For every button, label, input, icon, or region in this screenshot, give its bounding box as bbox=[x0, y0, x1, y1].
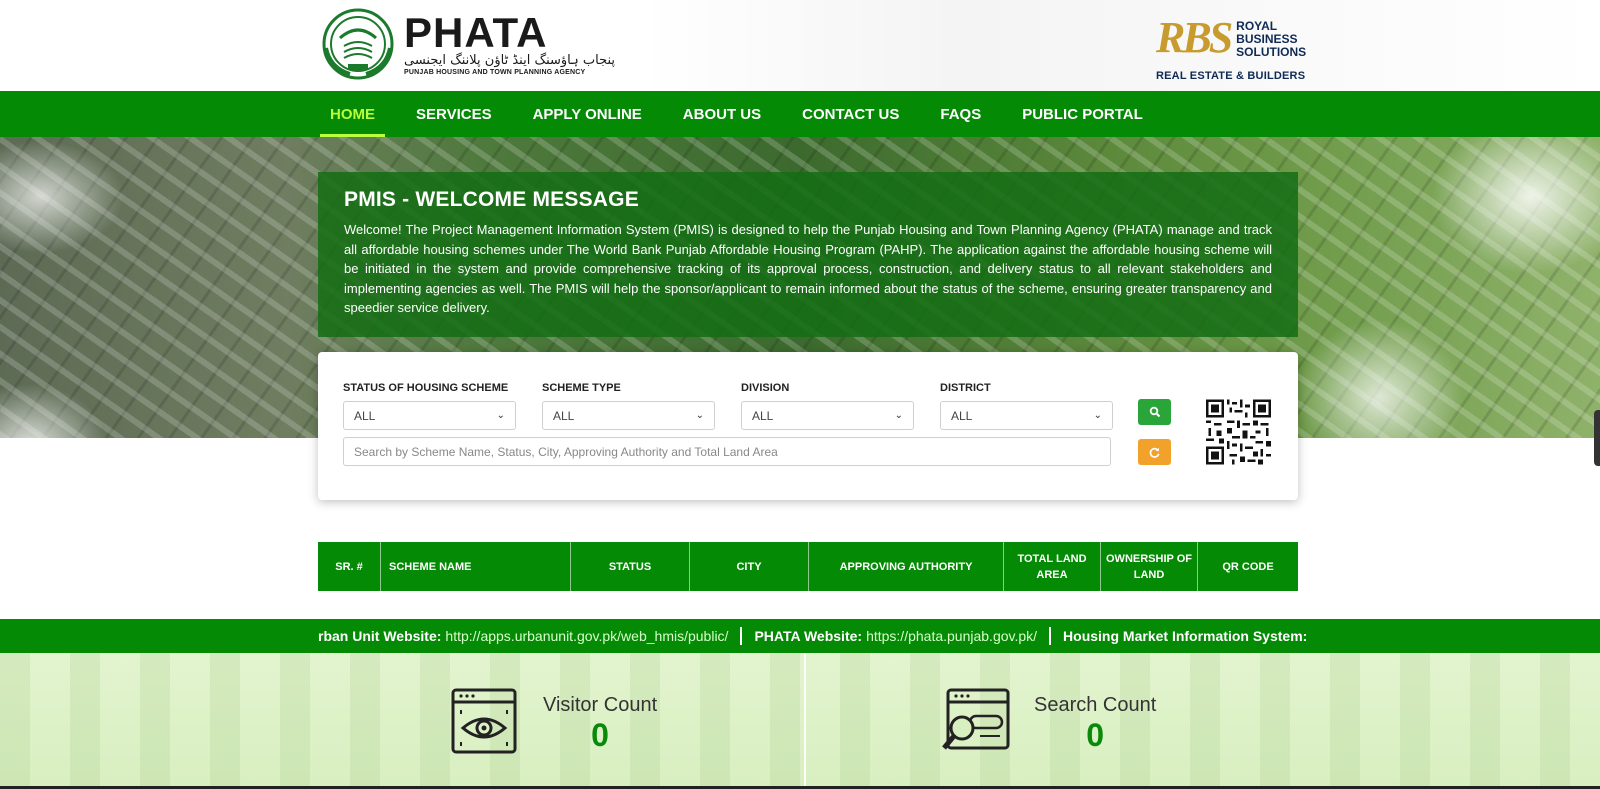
nav-about-us[interactable]: ABOUT US bbox=[673, 91, 771, 137]
phata-title: PHATA bbox=[404, 8, 548, 56]
search-button[interactable] bbox=[1138, 399, 1171, 425]
nav-public-portal[interactable]: PUBLIC PORTAL bbox=[1012, 91, 1153, 137]
site-header: PHATA پنجاب ہاؤسنگ اینڈ ٹاؤن پلاننگ ایجن… bbox=[0, 0, 1600, 91]
filter-division-value: ALL bbox=[752, 408, 774, 423]
search-count-label: Search Count bbox=[1034, 694, 1157, 716]
search-icon bbox=[1149, 406, 1160, 418]
search-count-card: Search Count 0 bbox=[940, 686, 1156, 756]
refresh-icon bbox=[1149, 447, 1160, 458]
column-scheme-name: SCHEME NAME bbox=[381, 542, 571, 591]
filter-scheme-type-label: SCHEME TYPE bbox=[542, 382, 621, 394]
chevron-down-icon: ⌄ bbox=[695, 410, 704, 421]
side-feedback-tab[interactable] bbox=[1594, 410, 1600, 466]
punjab-seal-icon bbox=[322, 8, 394, 80]
ticker-link-urban-unit[interactable]: http://apps.urbanunit.gov.pk/web_hmis/pu… bbox=[445, 628, 728, 644]
search-input[interactable]: Search by Scheme Name, Status, City, App… bbox=[343, 437, 1111, 466]
rbs-line-3: SOLUTIONS bbox=[1236, 45, 1307, 59]
rbs-mark: RBS bbox=[1156, 13, 1233, 62]
filter-scheme-type-select[interactable]: ALL ⌄ bbox=[542, 401, 715, 430]
welcome-panel: PMIS - WELCOME MESSAGE Welcome! The Proj… bbox=[318, 172, 1298, 337]
stats-divider bbox=[804, 653, 806, 789]
column-approving-authority: APPROVING AUTHORITY bbox=[809, 542, 1004, 591]
ticker-label-urban-unit: rban Unit Website: bbox=[318, 628, 442, 644]
main-nav: HOME SERVICES APPLY ONLINE ABOUT US CONT… bbox=[0, 91, 1600, 137]
visitor-count-label: Visitor Count bbox=[543, 694, 658, 716]
ticker-label-hmis: Housing Market Information System: bbox=[1063, 628, 1308, 644]
phata-logo[interactable]: PHATA پنجاب ہاؤسنگ اینڈ ٹاؤن پلاننگ ایجن… bbox=[320, 8, 615, 80]
ticker-label-phata: PHATA Website: bbox=[754, 628, 863, 644]
filter-division-label: DIVISION bbox=[741, 382, 790, 394]
visitor-eye-icon bbox=[451, 688, 517, 754]
filter-district: DISTRICT ALL ⌄ bbox=[940, 382, 1113, 430]
visitor-count-value: 0 bbox=[591, 717, 609, 753]
ticker-link-phata[interactable]: https://phata.punjab.gov.pk/ bbox=[866, 628, 1037, 644]
nav-home[interactable]: HOME bbox=[320, 91, 385, 137]
welcome-message: Welcome! The Project Management Informat… bbox=[344, 222, 1272, 316]
rbs-logo[interactable]: RBS ROYAL BUSINESS SOLUTIONS bbox=[1156, 14, 1306, 62]
nav-apply-online[interactable]: APPLY ONLINE bbox=[523, 91, 652, 137]
search-panel: STATUS OF HOUSING SCHEME ALL ⌄ SCHEME TY… bbox=[318, 352, 1298, 500]
column-city: CITY bbox=[690, 542, 809, 591]
filter-division: DIVISION ALL ⌄ bbox=[741, 382, 914, 430]
filter-district-select[interactable]: ALL ⌄ bbox=[940, 401, 1113, 430]
search-document-icon bbox=[942, 688, 1010, 750]
ticker-separator bbox=[740, 627, 743, 645]
rbs-tagline: REAL ESTATE & BUILDERS bbox=[1156, 70, 1306, 82]
phata-subtitle: PUNJAB HOUSING AND TOWN PLANNING AGENCY bbox=[404, 68, 586, 76]
filter-division-select[interactable]: ALL ⌄ bbox=[741, 401, 914, 430]
filter-status-value: ALL bbox=[354, 408, 376, 423]
column-ownership-of-land: OWNERSHIP OF LAND bbox=[1101, 542, 1198, 591]
column-status: STATUS bbox=[571, 542, 690, 591]
chevron-down-icon: ⌄ bbox=[496, 410, 505, 421]
column-qr-code: QR CODE bbox=[1222, 560, 1274, 573]
filter-status-label: STATUS OF HOUSING SCHEME bbox=[343, 382, 509, 394]
qr-code-icon[interactable] bbox=[1206, 399, 1271, 465]
reset-button[interactable] bbox=[1138, 439, 1171, 465]
nav-faqs[interactable]: FAQS bbox=[930, 91, 991, 137]
nav-services[interactable]: SERVICES bbox=[406, 91, 502, 137]
welcome-title: PMIS - WELCOME MESSAGE bbox=[344, 188, 639, 211]
stats-section: Visitor Count 0 Search Count 0 bbox=[0, 653, 1600, 789]
chevron-down-icon: ⌄ bbox=[1093, 410, 1102, 421]
links-ticker: rban Unit Website: http://apps.urbanunit… bbox=[0, 619, 1600, 653]
schemes-table-header: SR. # SCHEME NAME STATUS CITY APPROVING … bbox=[318, 542, 1298, 591]
phata-urdu-title: پنجاب ہاؤسنگ اینڈ ٹاؤن پلاننگ ایجنسی bbox=[404, 52, 616, 68]
nav-contact-us[interactable]: CONTACT US bbox=[792, 91, 909, 137]
filter-scheme-type: SCHEME TYPE ALL ⌄ bbox=[542, 382, 715, 430]
filter-district-value: ALL bbox=[951, 408, 973, 423]
visitor-count-card: Visitor Count 0 bbox=[449, 686, 657, 756]
ticker-separator bbox=[1049, 627, 1052, 645]
search-count-value: 0 bbox=[1086, 717, 1105, 753]
rbs-wordmark: ROYAL BUSINESS SOLUTIONS bbox=[1236, 20, 1306, 59]
filter-status-select[interactable]: ALL ⌄ bbox=[343, 401, 516, 430]
column-sr: SR. # bbox=[318, 542, 381, 591]
filter-status: STATUS OF HOUSING SCHEME ALL ⌄ bbox=[343, 382, 516, 430]
column-total-land-area: TOTAL LAND AREA bbox=[1004, 542, 1101, 591]
filter-district-label: DISTRICT bbox=[940, 382, 991, 394]
filter-scheme-type-value: ALL bbox=[553, 408, 575, 423]
chevron-down-icon: ⌄ bbox=[894, 410, 903, 421]
